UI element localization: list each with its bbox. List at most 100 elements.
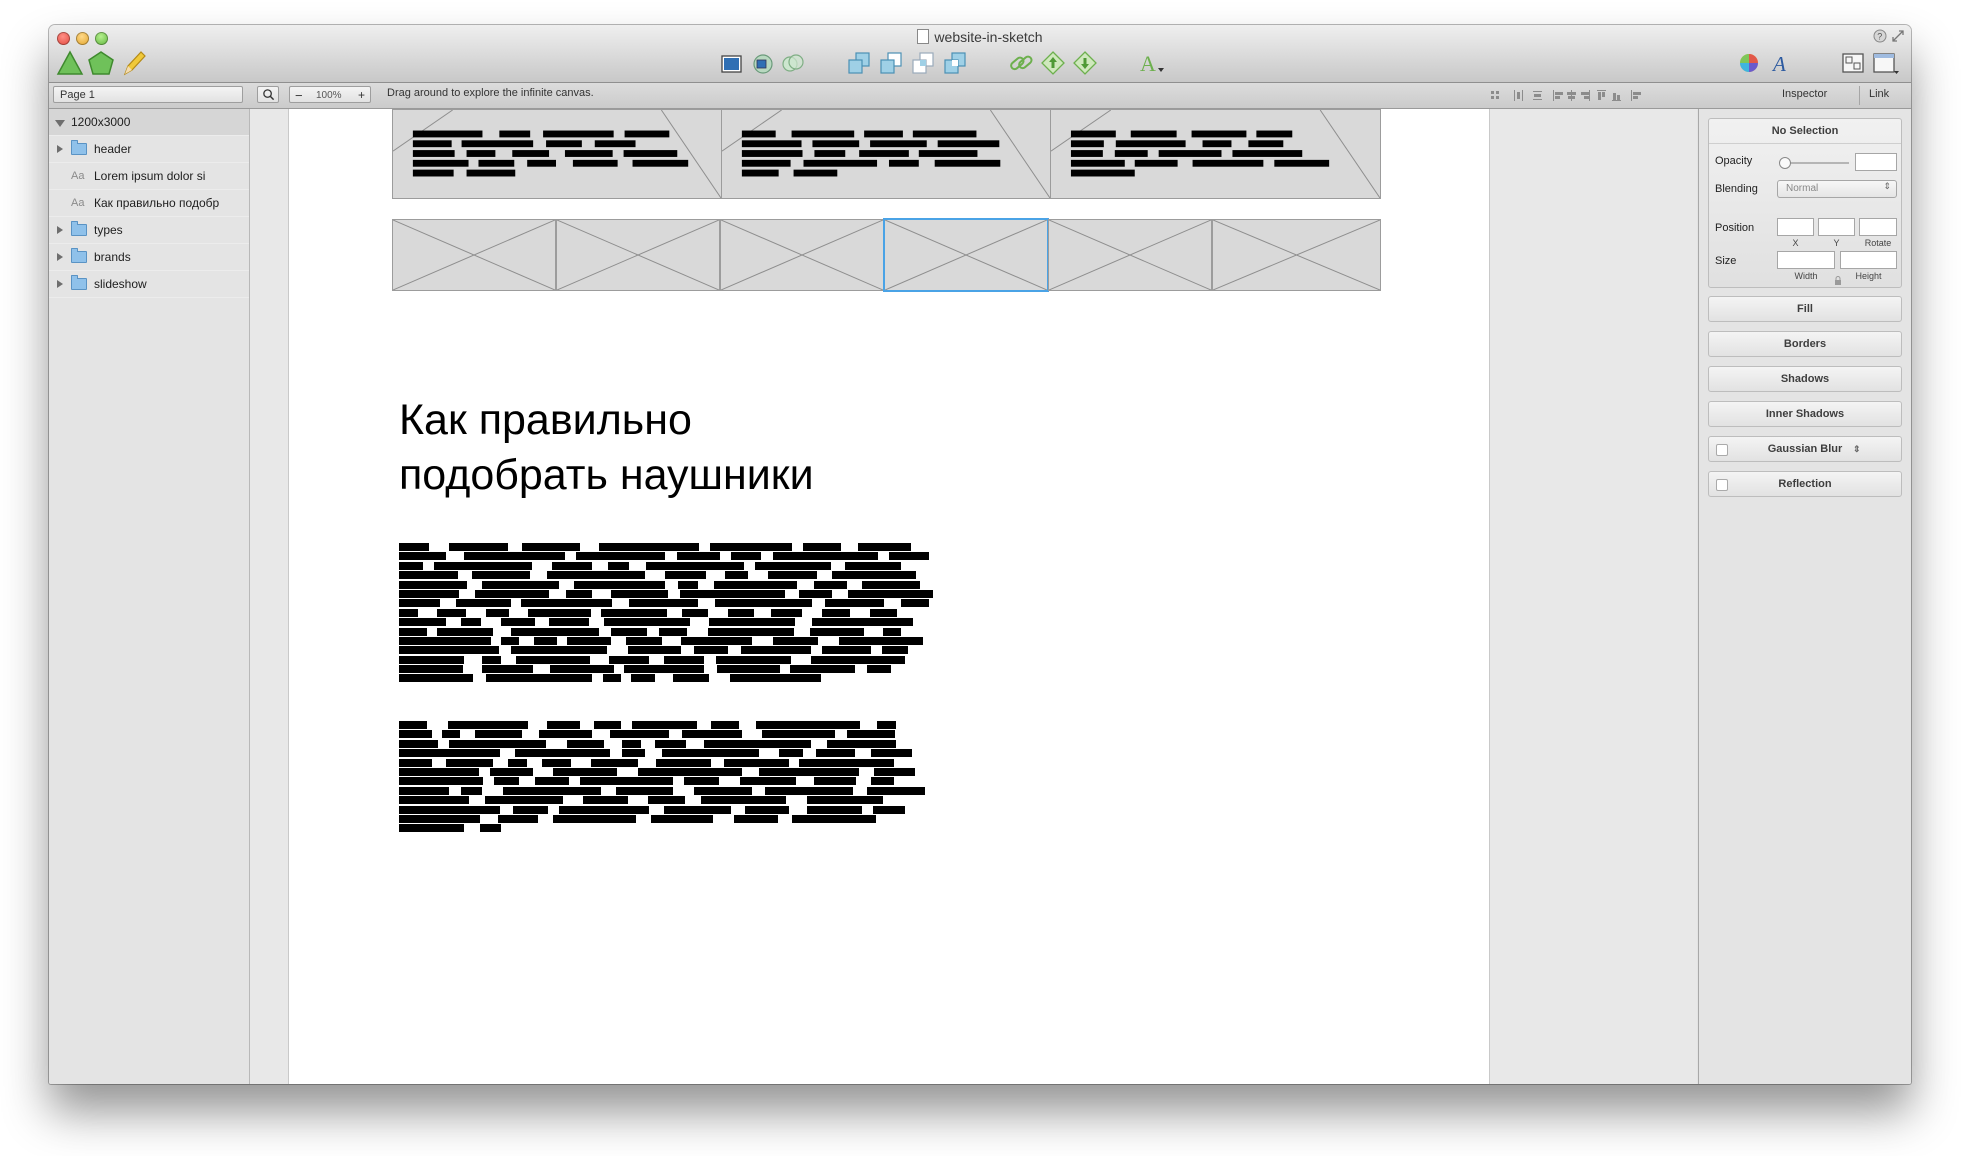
borders-section-button[interactable]: Borders (1708, 331, 1902, 357)
fullscreen-icon[interactable] (1891, 29, 1905, 43)
position-y-field[interactable] (1818, 218, 1855, 236)
layer-types[interactable]: types (49, 217, 249, 244)
redacted-text-bar (709, 618, 795, 627)
pencil-icon[interactable] (119, 49, 147, 77)
page-select[interactable]: Page 1 (53, 86, 243, 103)
image-placeholder[interactable] (392, 219, 556, 291)
triangle-shape-icon[interactable] (56, 49, 84, 77)
backward-icon[interactable] (1071, 49, 1099, 77)
text-style-icon[interactable]: A (1137, 49, 1165, 77)
shadows-section-button[interactable]: Shadows (1708, 366, 1902, 392)
disclosure-closed-icon[interactable] (57, 253, 63, 261)
content-card[interactable] (1050, 109, 1381, 199)
position-x-field[interactable] (1777, 218, 1814, 236)
rotate-field[interactable] (1859, 218, 1897, 236)
tab-inspector[interactable]: Inspector (1782, 88, 1827, 100)
content-card[interactable] (721, 109, 1051, 199)
canvas[interactable]: Как правильно подобрать наушники (250, 109, 1697, 1084)
image-icon[interactable] (717, 49, 745, 77)
redacted-line (399, 608, 939, 618)
gaussian-blur-checkbox[interactable] (1716, 444, 1728, 456)
subtract-icon[interactable] (877, 49, 905, 77)
stepper-icon[interactable]: ⇕ (1853, 437, 1861, 461)
help-icon[interactable]: ? (1873, 29, 1887, 43)
image-placeholder[interactable] (1212, 219, 1381, 291)
gaussian-blur-section[interactable]: Gaussian Blur ⇕ (1708, 436, 1902, 462)
typography-icon[interactable]: A (1767, 49, 1795, 77)
redacted-text-bar (759, 767, 859, 776)
redacted-text-bar (513, 805, 548, 814)
opacity-slider-knob[interactable] (1779, 157, 1791, 169)
redacted-text-bar (516, 655, 590, 664)
forward-icon[interactable] (1039, 49, 1067, 77)
redacted-text-bar (522, 543, 580, 551)
layers-sidebar: 1200x3000 header Aa Lorem ipsum dolor si… (49, 109, 250, 1084)
redacted-text-bar (912, 130, 977, 138)
reflection-section[interactable]: Reflection (1708, 471, 1902, 497)
redacted-text-bar (399, 561, 423, 570)
union-icon[interactable] (845, 49, 873, 77)
redacted-text-bar (773, 636, 818, 645)
zoom-in-button[interactable]: + (358, 87, 365, 104)
redacted-text-bar (1115, 140, 1186, 148)
redacted-text-bar (803, 543, 841, 551)
intersect-icon[interactable] (909, 49, 937, 77)
redacted-text-bar (399, 646, 499, 655)
image-placeholder[interactable] (1048, 219, 1212, 291)
alignment-toolbar[interactable] (1489, 89, 1609, 102)
blending-select[interactable]: Normal ⇕ (1777, 180, 1897, 198)
redacted-text-bar (714, 580, 797, 589)
tab-link[interactable]: Link (1869, 88, 1889, 100)
layer-artboard[interactable]: 1200x3000 (49, 109, 249, 136)
view-icon[interactable] (1839, 49, 1867, 77)
layer-text-lorem[interactable]: Aa Lorem ipsum dolor si (49, 163, 249, 190)
redacted-text-bar (1248, 140, 1284, 148)
disclosure-closed-icon[interactable] (57, 145, 63, 153)
fill-section-button[interactable]: Fill (1708, 296, 1902, 322)
width-field[interactable] (1777, 251, 1835, 269)
link-icon[interactable] (1007, 49, 1035, 77)
layer-slideshow[interactable]: slideshow (49, 271, 249, 298)
redacted-text-bar (576, 552, 665, 561)
scissors-icon[interactable] (779, 49, 807, 77)
layer-label: header (94, 142, 132, 156)
redacted-paragraph[interactable] (399, 721, 939, 834)
redacted-paragraph[interactable] (399, 543, 939, 684)
zoom-out-button[interactable]: − (295, 87, 303, 104)
disclosure-closed-icon[interactable] (57, 226, 63, 234)
redacted-text-bar (399, 636, 491, 645)
distribute-toolbar[interactable] (1611, 89, 1651, 102)
height-field[interactable] (1840, 251, 1897, 269)
blending-label: Blending (1715, 183, 1758, 195)
redacted-text-bar (498, 814, 538, 823)
mask-icon[interactable] (749, 49, 777, 77)
layer-header[interactable]: header (49, 136, 249, 163)
image-placeholder-selected[interactable] (883, 218, 1049, 292)
redacted-text-bar (740, 777, 796, 786)
opacity-slider[interactable] (1781, 162, 1849, 164)
redacted-text-bar (508, 758, 527, 767)
reflection-checkbox[interactable] (1716, 479, 1728, 491)
redacted-text-bar (680, 589, 785, 598)
difference-icon[interactable] (941, 49, 969, 77)
layer-brands[interactable]: brands (49, 244, 249, 271)
disclosure-open-icon[interactable] (55, 120, 65, 127)
pentagon-shape-icon[interactable] (87, 49, 115, 77)
layer-text-title[interactable]: Aa Как правильно подобр (49, 190, 249, 217)
artboard[interactable]: Как правильно подобрать наушники (288, 109, 1490, 1084)
color-wheel-icon[interactable] (1735, 49, 1763, 77)
inner-shadows-section-button[interactable]: Inner Shadows (1708, 401, 1902, 427)
window-icon[interactable] (1871, 49, 1899, 77)
image-placeholder[interactable] (556, 219, 720, 291)
redacted-text-bar (1070, 140, 1104, 148)
content-card[interactable] (392, 109, 722, 199)
redacted-text-bar (888, 159, 919, 167)
redacted-line (399, 777, 939, 786)
redacted-line (399, 665, 939, 674)
search-button[interactable] (257, 86, 279, 103)
lock-icon[interactable] (1834, 276, 1842, 285)
disclosure-closed-icon[interactable] (57, 280, 63, 288)
article-title[interactable]: Как правильно подобрать наушники (399, 393, 1099, 503)
image-placeholder[interactable] (720, 219, 884, 291)
opacity-field[interactable] (1855, 153, 1897, 171)
